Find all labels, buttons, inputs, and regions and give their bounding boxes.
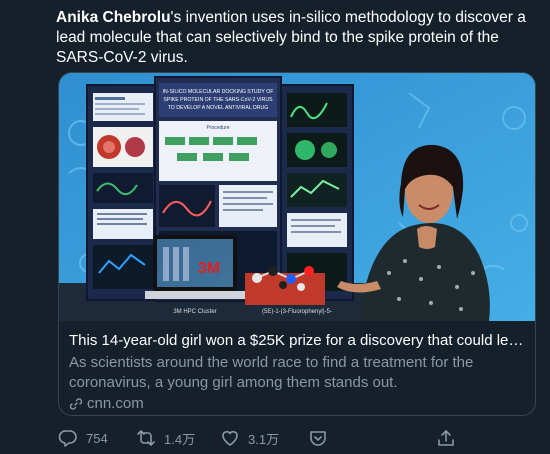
bookmark-button[interactable]	[308, 428, 328, 448]
poster-title-line-1: IN-SILICO MOLECULAR DOCKING STUDY OF	[163, 89, 274, 95]
reply-count: 754	[86, 430, 108, 446]
share-icon	[438, 430, 454, 446]
tweet-actions: 754 1.4万 3.1万	[58, 428, 458, 452]
link-card[interactable]: IN-SILICO MOLECULAR DOCKING STUDY OF SPI…	[58, 72, 536, 416]
retweet-button[interactable]: 1.4万	[136, 428, 195, 448]
like-button[interactable]: 3.1万	[220, 428, 279, 448]
retweet-count: 1.4万	[164, 431, 196, 447]
bookmark-shield-icon	[310, 431, 326, 446]
photo-science-fair: IN-SILICO MOLECULAR DOCKING STUDY OF SPI…	[59, 73, 535, 321]
link-icon	[69, 398, 83, 410]
card-meta: This 14-year-old girl won a $25K prize f…	[59, 321, 535, 414]
poster-title-line-3: TO DEVELOP A NOVEL ANTIVIRAL DRUG	[168, 105, 269, 111]
molecule-label: (5E)-1-(3-Fluorophenyl)-5-	[262, 309, 332, 315]
heart-icon	[222, 430, 238, 446]
poster-title-line-2: SPIKE PROTEIN OF THE SARS-CoV-2 VIRUS	[163, 97, 273, 103]
like-count: 3.1万	[248, 431, 280, 447]
poster-procedure: Procedure	[206, 125, 229, 131]
reply-icon	[58, 430, 77, 447]
reply-button[interactable]: 754	[58, 428, 108, 448]
tweet-mention[interactable]: Anika Chebrolu	[56, 9, 171, 26]
card-domain[interactable]: cnn.com	[69, 394, 525, 414]
share-button[interactable]	[436, 428, 456, 448]
tweet: Anika Chebrolu's invention uses in-silic…	[0, 0, 550, 454]
retweet-icon	[137, 430, 155, 446]
card-image[interactable]: IN-SILICO MOLECULAR DOCKING STUDY OF SPI…	[59, 73, 535, 321]
laptop-brand: 3M	[198, 260, 220, 277]
card-description: As scientists around the world race to f…	[69, 354, 474, 391]
laptop-label: 3M HPC Cluster	[173, 309, 216, 315]
tweet-text: Anika Chebrolu's invention uses in-silic…	[56, 8, 534, 68]
card-domain-text: cnn.com	[87, 395, 144, 412]
card-title[interactable]: This 14-year-old girl won a $25K prize f…	[69, 331, 525, 351]
